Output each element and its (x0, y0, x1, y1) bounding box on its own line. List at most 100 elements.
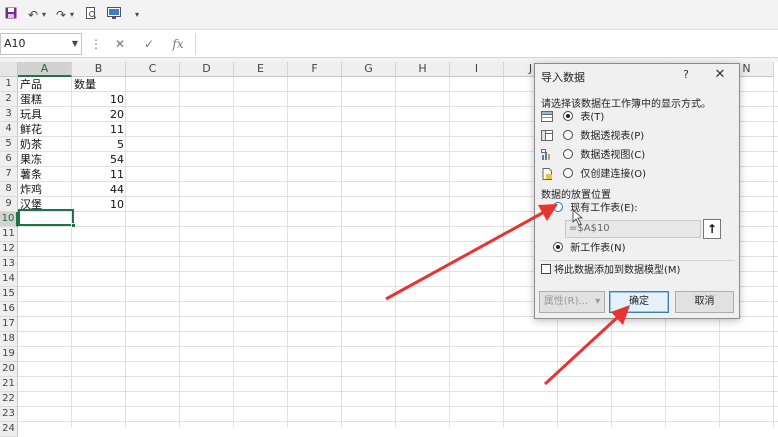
undo-icon[interactable]: ↶ (26, 7, 40, 23)
name-box[interactable]: A10 ▼ (0, 33, 82, 55)
row-header-14[interactable]: 14 (0, 272, 18, 287)
column-header-b[interactable]: B (72, 62, 126, 77)
row-header-22[interactable]: 22 (0, 392, 18, 407)
redo-icon[interactable]: ↷ (54, 7, 68, 23)
radio-pivot-chart[interactable] (563, 149, 574, 159)
quantity-cell[interactable]: 10 (72, 92, 126, 107)
header-cell-quantity[interactable]: 数量 (72, 77, 126, 92)
quantity-cell[interactable]: 10 (72, 197, 126, 212)
radio-pivot-table[interactable] (563, 130, 574, 140)
option-table-label: 表(T) (580, 112, 605, 123)
properties-button[interactable]: 属性(R)... ▾ (539, 291, 605, 313)
formula-bar: A10 ▼ ⋮ ✕ ✓ fx (0, 30, 778, 58)
column-header-a[interactable]: A (18, 62, 72, 77)
close-button[interactable]: ✕ (713, 67, 727, 82)
product-cell[interactable]: 果冻 (18, 152, 72, 167)
enter-icon[interactable]: ✓ (142, 37, 156, 51)
option-pivot-table[interactable]: 数据透视表(P) (541, 129, 644, 145)
quantity-cell[interactable]: 5 (72, 137, 126, 152)
option-existing-sheet[interactable]: 现有工作表(E): (553, 201, 638, 217)
screen-icon[interactable] (106, 7, 122, 23)
redo-dropdown-icon[interactable]: ▾ (68, 7, 76, 23)
row-header-18[interactable]: 18 (0, 332, 18, 347)
row-header-6[interactable]: 6 (0, 152, 18, 167)
row-header-8[interactable]: 8 (0, 182, 18, 197)
column-header-c[interactable]: C (126, 62, 180, 77)
row-header-24[interactable]: 24 (0, 422, 18, 437)
column-header-h[interactable]: H (396, 62, 450, 77)
radio-new-sheet[interactable] (553, 242, 563, 252)
row-header-15[interactable]: 15 (0, 287, 18, 302)
column-header-e[interactable]: E (234, 62, 288, 77)
option-pivot-table-label: 数据透视表(P) (580, 131, 645, 142)
row-header-3[interactable]: 3 (0, 107, 18, 122)
product-cell[interactable]: 蛋糕 (18, 92, 72, 107)
quantity-cell[interactable]: 54 (72, 152, 126, 167)
properties-dropdown-icon: ▾ (595, 296, 601, 307)
save-icon[interactable] (4, 7, 18, 23)
quantity-cell[interactable]: 11 (72, 122, 126, 137)
selected-cell-a10[interactable] (18, 209, 76, 228)
quantity-cell[interactable]: 44 (72, 182, 126, 197)
option-connection-only-label: 仅创建连接(O) (580, 169, 647, 180)
cancel-icon[interactable]: ✕ (113, 37, 127, 51)
name-box-dropdown-icon[interactable]: ▼ (72, 34, 78, 54)
add-to-model-checkbox[interactable] (541, 264, 551, 274)
pivot-chart-icon (541, 149, 555, 161)
more-options-icon[interactable]: ⋮ (90, 37, 102, 51)
collapse-dialog-button[interactable]: ↑ (703, 219, 721, 239)
quick-access-toolbar: ↶ ▾ ↷ ▾ ▾ (0, 0, 778, 30)
row-header-17[interactable]: 17 (0, 317, 18, 332)
help-button[interactable]: ? (679, 68, 693, 81)
ok-button[interactable]: 确定 (609, 291, 669, 313)
row-header-1[interactable]: 1 (0, 77, 18, 92)
select-all-corner[interactable] (0, 62, 18, 77)
row-header-5[interactable]: 5 (0, 137, 18, 152)
row-header-7[interactable]: 7 (0, 167, 18, 182)
row-header-13[interactable]: 13 (0, 257, 18, 272)
product-cell[interactable]: 鲜花 (18, 122, 72, 137)
row-header-19[interactable]: 19 (0, 347, 18, 362)
option-table[interactable]: 表(T) (541, 110, 604, 126)
fill-handle[interactable] (71, 223, 76, 228)
row-header-16[interactable]: 16 (0, 302, 18, 317)
insert-function-icon[interactable]: fx (170, 37, 186, 51)
radio-existing-sheet[interactable] (553, 202, 563, 212)
table-icon (541, 111, 555, 123)
row-header-10[interactable]: 10 (0, 212, 18, 227)
column-header-f[interactable]: F (288, 62, 342, 77)
reference-input[interactable]: =$A$10 (565, 220, 701, 238)
product-cell[interactable]: 薯条 (18, 167, 72, 182)
product-cell[interactable]: 炸鸡 (18, 182, 72, 197)
column-header-g[interactable]: G (342, 62, 396, 77)
option-new-sheet[interactable]: 新工作表(N) (553, 241, 625, 257)
formula-input[interactable] (195, 33, 778, 55)
customize-toolbar-icon[interactable]: ▾ (132, 7, 142, 23)
import-data-dialog: 导入数据 ? ✕ 请选择该数据在工作簿中的显示方式。 表(T) 数据透视表(P)… (534, 63, 740, 319)
quantity-cell[interactable]: 11 (72, 167, 126, 182)
row-header-2[interactable]: 2 (0, 92, 18, 107)
header-cell-product[interactable]: 产品 (18, 77, 72, 92)
quantity-cell[interactable]: 20 (72, 107, 126, 122)
row-header-21[interactable]: 21 (0, 377, 18, 392)
radio-connection-only[interactable] (563, 168, 574, 178)
row-header-9[interactable]: 9 (0, 197, 18, 212)
option-connection-only[interactable]: 仅创建连接(O) (541, 167, 646, 183)
radio-table[interactable] (563, 111, 574, 121)
properties-button-label: 属性(R)... (543, 296, 589, 307)
cancel-button[interactable]: 取消 (675, 291, 734, 313)
product-cell[interactable]: 玩具 (18, 107, 72, 122)
add-to-data-model[interactable]: 将此数据添加到数据模型(M) (541, 264, 680, 278)
row-header-11[interactable]: 11 (0, 227, 18, 242)
print-preview-icon[interactable] (84, 7, 98, 23)
column-header-d[interactable]: D (180, 62, 234, 77)
row-header-23[interactable]: 23 (0, 407, 18, 422)
option-pivot-chart[interactable]: 数据透视图(C) (541, 148, 645, 164)
row-header-20[interactable]: 20 (0, 362, 18, 377)
product-cell[interactable]: 奶茶 (18, 137, 72, 152)
row-header-4[interactable]: 4 (0, 122, 18, 137)
placement-label: 数据的放置位置 (541, 190, 611, 201)
row-header-12[interactable]: 12 (0, 242, 18, 257)
column-header-i[interactable]: I (450, 62, 504, 77)
undo-dropdown-icon[interactable]: ▾ (40, 7, 48, 23)
